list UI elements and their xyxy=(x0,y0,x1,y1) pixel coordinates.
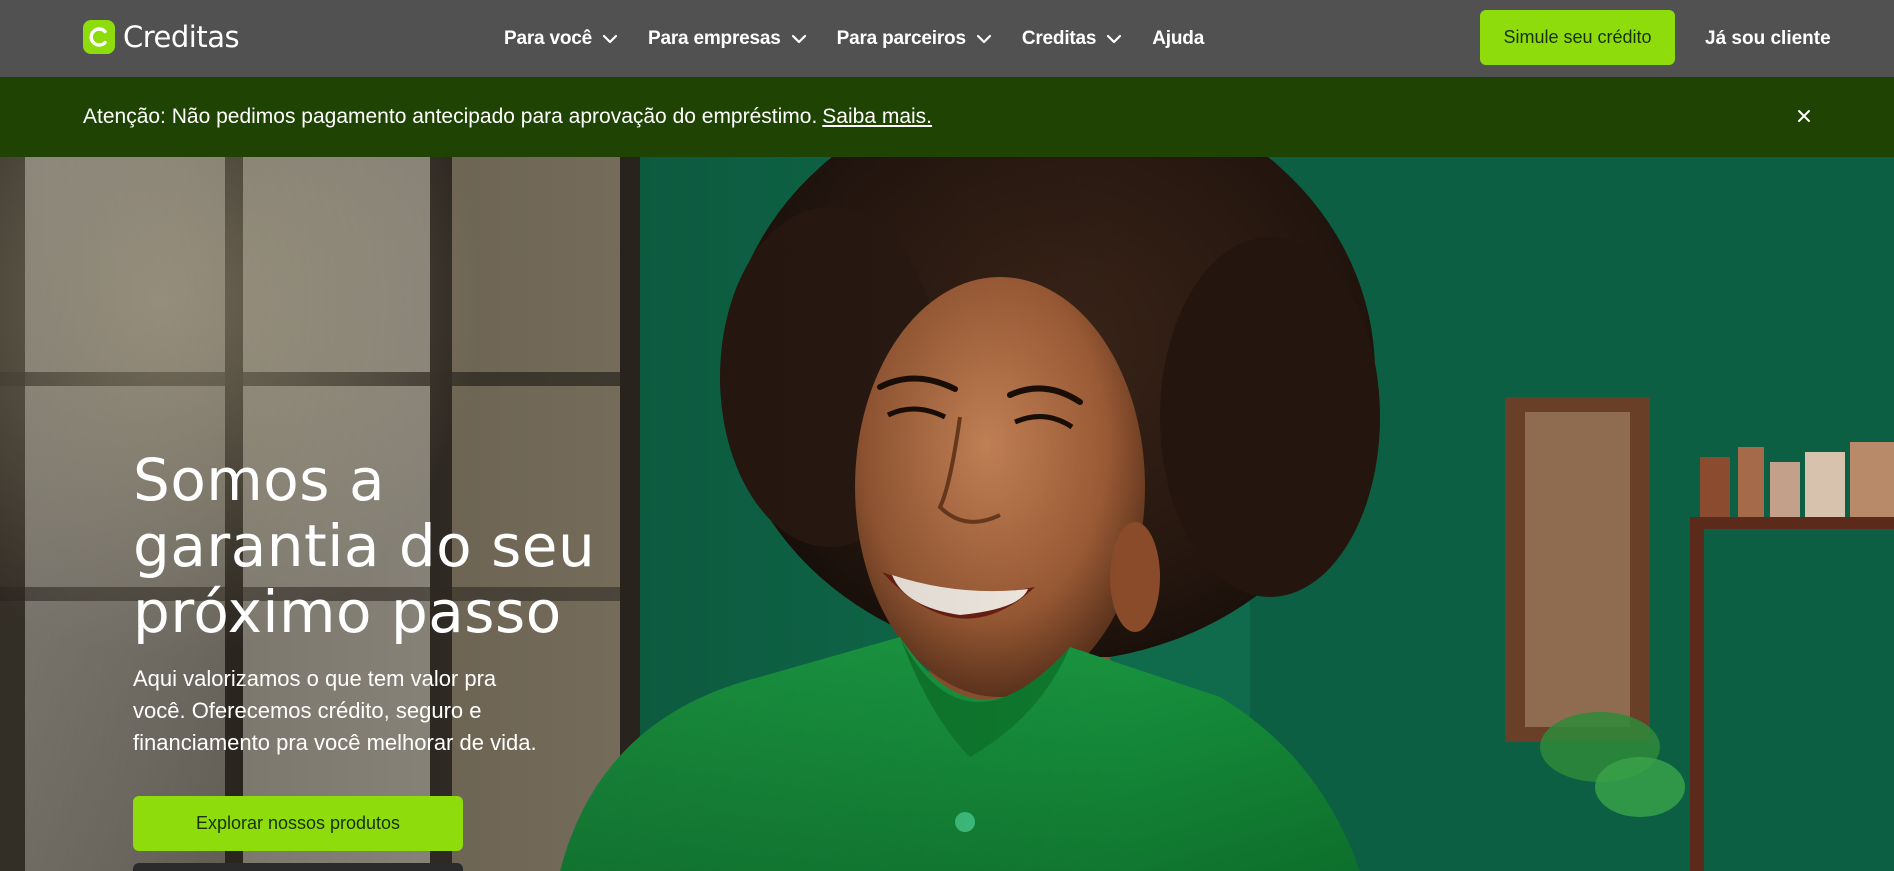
chevron-down-icon xyxy=(976,34,991,43)
nav-item-label: Para empresas xyxy=(648,27,781,49)
explore-products-button[interactable]: Explorar nossos produtos xyxy=(133,796,463,851)
nav-item-label: Para você xyxy=(504,27,592,49)
hero-subtitle: Aqui valorizamos o que tem valor pra voc… xyxy=(133,663,563,759)
nav-item-para-parceiros[interactable]: Para parceiros xyxy=(837,28,992,50)
simule-credito-button[interactable]: Simule seu crédito xyxy=(1480,10,1675,65)
nav-item-label: Para parceiros xyxy=(836,27,966,49)
hero-title-line: Somos a xyxy=(133,446,385,514)
chevron-down-icon xyxy=(602,34,618,43)
ja-sou-cliente-link[interactable]: Já sou cliente xyxy=(1705,0,1831,77)
nav-item-label: Creditas xyxy=(1021,27,1097,49)
hero-subtitle-line: financiamento pra você melhorar de vida. xyxy=(133,730,537,755)
top-navigation-bar: Creditas Para você Para empresas Para pa… xyxy=(0,0,1894,77)
logo-wordmark: Creditas xyxy=(123,20,240,54)
main-nav: Para você Para empresas Para parceiros C… xyxy=(504,0,1234,77)
hero-subtitle-line: Aqui valorizamos o que tem valor pra xyxy=(133,666,497,691)
nav-item-ajuda[interactable]: Ajuda xyxy=(1152,28,1204,50)
nav-item-para-empresas[interactable]: Para empresas xyxy=(648,28,807,50)
hero-content: Somos a garantia do seu próximo passo Aq… xyxy=(133,447,693,759)
nav-item-para-voce[interactable]: Para você xyxy=(504,28,618,50)
hero-subtitle-line: você. Oferecemos crédito, seguro e xyxy=(133,698,482,723)
hero-title-line: próximo passo xyxy=(133,578,562,646)
nav-item-creditas[interactable]: Creditas xyxy=(1022,28,1122,50)
hero-section: Somos a garantia do seu próximo passo Aq… xyxy=(0,157,1894,871)
chevron-down-icon xyxy=(1107,34,1122,43)
nav-item-label: Ajuda xyxy=(1152,27,1205,49)
hero-title-line: garantia do seu xyxy=(133,512,596,580)
close-icon[interactable] xyxy=(1792,104,1816,128)
secondary-hero-button[interactable] xyxy=(133,863,463,871)
hero-title: Somos a garantia do seu próximo passo xyxy=(133,447,693,645)
alert-text: Atenção: Não pedimos pagamento antecipad… xyxy=(83,105,818,128)
fraud-alert-banner: Atenção: Não pedimos pagamento antecipad… xyxy=(0,77,1894,157)
chevron-down-icon xyxy=(791,34,806,43)
creditas-c-icon xyxy=(83,20,115,54)
creditas-logo[interactable]: Creditas xyxy=(83,20,240,54)
saiba-mais-link[interactable]: Saiba mais. xyxy=(822,105,932,129)
alert-message: Atenção: Não pedimos pagamento antecipad… xyxy=(83,77,932,157)
